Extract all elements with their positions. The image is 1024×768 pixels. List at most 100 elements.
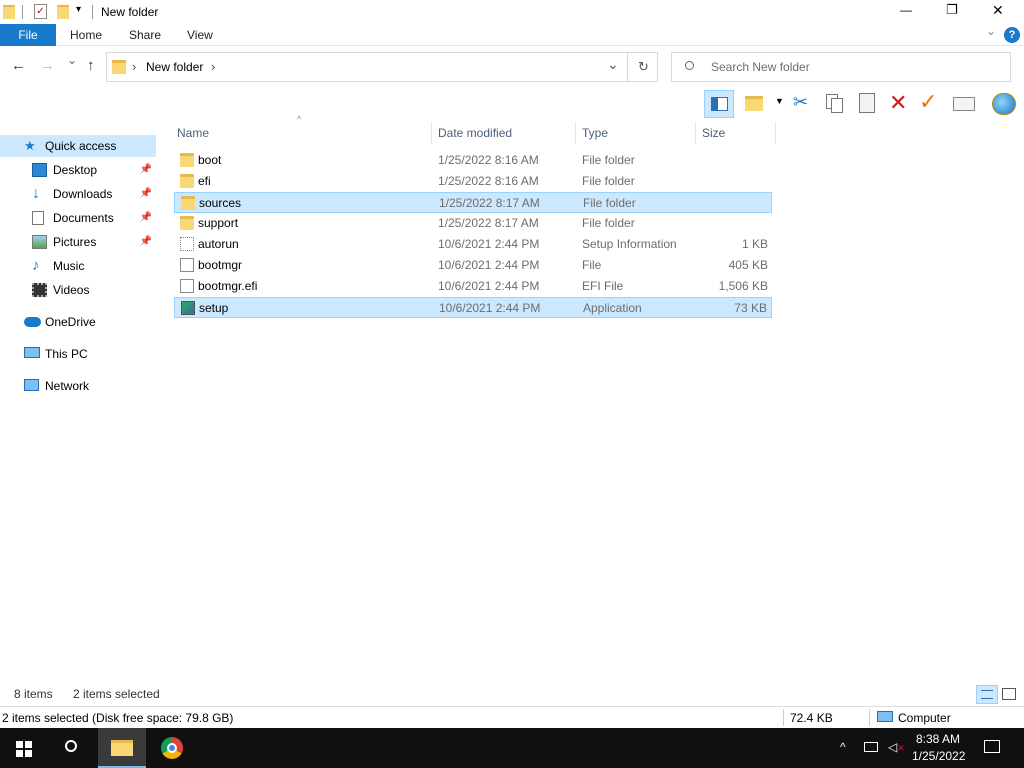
table-row[interactable]: efi 1/25/2022 8:16 AM File folder	[174, 171, 772, 192]
sidebar-item-quick-access[interactable]: ★ Quick access	[0, 135, 156, 157]
search-box[interactable]: Search New folder	[671, 52, 1011, 82]
tab-file[interactable]: File	[0, 24, 56, 46]
table-row[interactable]: sources 1/25/2022 8:17 AM File folder	[174, 192, 772, 213]
preview-pane-icon[interactable]	[704, 90, 734, 118]
start-button[interactable]	[0, 728, 48, 768]
clock-time[interactable]: 8:38 AM	[916, 732, 960, 746]
sidebar-item-pictures[interactable]: Pictures 📌	[0, 231, 156, 253]
search-button[interactable]	[48, 728, 96, 768]
table-row[interactable]: setup 10/6/2021 2:44 PM Application 73 KB	[174, 297, 772, 318]
table-row[interactable]: bootmgr.efi 10/6/2021 2:44 PM EFI File 1,50…	[174, 276, 772, 297]
expand-ribbon-icon[interactable]: ⌄	[986, 20, 996, 42]
column-header-date[interactable]: Date modified	[432, 122, 576, 144]
sidebar-item-music[interactable]: ♪ Music	[0, 255, 156, 277]
network-tray-icon[interactable]	[864, 742, 878, 752]
rename-check-icon[interactable]: ✓	[919, 89, 937, 115]
file-date: 1/25/2022 8:16 AM	[438, 174, 539, 188]
breadcrumb-arrow[interactable]: ›	[211, 59, 215, 74]
file-type: Application	[583, 301, 642, 315]
file-name: bootmgr.efi	[198, 279, 258, 293]
table-row[interactable]: boot 1/25/2022 8:16 AM File folder	[174, 150, 772, 171]
show-hidden-icons-button[interactable]: ^	[840, 740, 846, 754]
table-row[interactable]: bootmgr 10/6/2021 2:44 PM File 405 KB	[174, 255, 772, 276]
file-size: 73 KB	[734, 301, 767, 315]
tab-view[interactable]: View	[187, 24, 213, 46]
taskbar: ^ ◁✕ 8:38 AM 1/25/2022	[0, 728, 1024, 768]
help-icon[interactable]: ?	[1004, 27, 1020, 43]
properties-icon[interactable]	[953, 97, 975, 111]
minimize-button[interactable]: —	[900, 3, 912, 17]
search-input[interactable]: Search New folder	[711, 60, 810, 74]
large-icons-view-button[interactable]	[1002, 688, 1016, 700]
file-date: 10/6/2021 2:44 PM	[438, 258, 540, 272]
address-bar[interactable]: › New folder › ⌄ ↻	[106, 52, 658, 82]
music-note-icon: ♪	[32, 257, 40, 274]
paste-icon[interactable]	[859, 93, 875, 113]
divider	[869, 709, 870, 726]
file-icon	[180, 258, 194, 272]
tab-share[interactable]: Share	[129, 24, 161, 46]
setup-app-icon	[181, 301, 195, 315]
toolbar: ▼ ✂ ✕ ✓	[0, 88, 1024, 120]
back-button[interactable]: ←	[11, 57, 26, 74]
cloud-icon	[24, 317, 41, 327]
table-row[interactable]: autorun 10/6/2021 2:44 PM Setup Informatio…	[174, 234, 772, 255]
chrome-taskbar-button[interactable]	[148, 728, 196, 768]
file-date: 1/25/2022 8:17 AM	[439, 196, 540, 210]
sidebar-item-onedrive[interactable]: OneDrive	[0, 311, 156, 333]
sidebar-item-desktop[interactable]: Desktop 📌	[0, 159, 156, 181]
folder-icon	[112, 60, 126, 74]
item-count: 8 items	[14, 687, 53, 701]
forward-button[interactable]: →	[40, 57, 55, 74]
sidebar-item-downloads[interactable]: ↓ Downloads 📌	[0, 183, 156, 205]
file-list: ^ Name Date modified Type Size boot 1/25/…	[160, 114, 1024, 680]
sidebar-item-this-pc[interactable]: This PC	[0, 343, 156, 365]
volume-muted-icon[interactable]: ◁✕	[888, 740, 905, 754]
window-title: New folder	[101, 5, 159, 19]
up-button[interactable]: ↑	[87, 57, 95, 74]
computer-icon	[877, 711, 893, 722]
folder-icon	[3, 5, 15, 19]
file-type: File folder	[582, 153, 635, 167]
file-name: sources	[199, 196, 242, 210]
tab-home[interactable]: Home	[70, 24, 102, 46]
details-view-button[interactable]	[976, 685, 998, 704]
pin-icon: 📌	[139, 236, 152, 247]
dropdown-arrow-icon[interactable]: ▼	[775, 96, 784, 106]
breadcrumb-separator[interactable]: ›	[132, 59, 136, 74]
column-header-size[interactable]: Size	[696, 122, 776, 144]
sidebar-item-documents[interactable]: Documents 📌	[0, 207, 156, 229]
recent-locations-button[interactable]: ⌄	[67, 53, 77, 67]
divider	[783, 709, 784, 726]
sidebar-item-network[interactable]: Network	[0, 375, 156, 397]
file-explorer-taskbar-button[interactable]	[98, 728, 146, 768]
new-folder-icon[interactable]	[745, 96, 763, 111]
folder-icon	[180, 216, 194, 230]
copy-icon[interactable]	[826, 94, 844, 114]
file-type: File	[582, 258, 602, 272]
clock-date[interactable]: 1/25/2022	[912, 749, 965, 763]
pin-icon: 📌	[139, 212, 152, 223]
notifications-icon[interactable]	[984, 740, 1000, 753]
table-row[interactable]: support 1/25/2022 8:17 AM File folder	[174, 213, 772, 234]
column-header-type[interactable]: Type	[576, 122, 696, 144]
refresh-button[interactable]: ↻	[638, 59, 649, 75]
cut-icon[interactable]: ✂	[793, 92, 808, 113]
maximize-button[interactable]: ❐	[946, 2, 958, 18]
file-type: EFI File	[582, 279, 624, 293]
breadcrumb-new-folder[interactable]: New folder	[146, 60, 203, 74]
delete-icon[interactable]: ✕	[889, 90, 907, 116]
divider	[92, 5, 93, 19]
customize-quick-access-icon[interactable]: ▾	[76, 4, 81, 15]
globe-icon[interactable]	[992, 93, 1016, 115]
file-date: 10/6/2021 2:44 PM	[438, 237, 540, 251]
sidebar-item-videos[interactable]: Videos	[0, 279, 156, 301]
file-name: boot	[198, 153, 222, 167]
address-dropdown-button[interactable]: ⌄	[607, 56, 619, 73]
file-date: 10/6/2021 2:44 PM	[438, 279, 540, 293]
close-button[interactable]: ✕	[992, 2, 1004, 19]
file-date: 10/6/2021 2:44 PM	[439, 301, 541, 315]
properties-icon[interactable]: ✓	[34, 4, 47, 19]
column-header-name[interactable]: Name	[174, 122, 432, 144]
new-folder-icon[interactable]	[57, 5, 69, 19]
